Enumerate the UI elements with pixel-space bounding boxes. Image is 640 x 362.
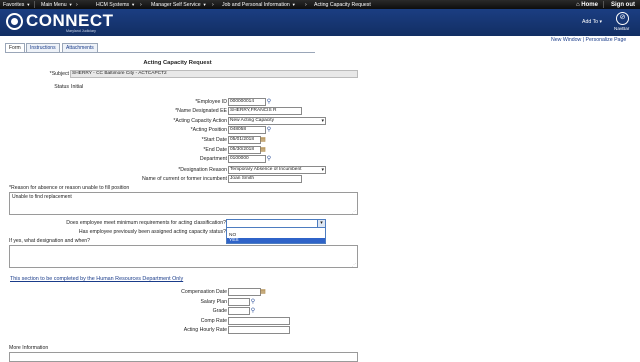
search-icon[interactable]: ⚲ — [266, 127, 272, 133]
add-to-menu[interactable]: Add To ▾ — [582, 19, 602, 25]
start-date-input[interactable]: 05/01/2018 — [228, 136, 261, 144]
designation-when-textarea[interactable]: ⋰ — [9, 245, 358, 268]
hr-section-link[interactable]: This section to be completed by the Huma… — [10, 276, 183, 282]
salary-plan-label: Salary Plan — [200, 299, 227, 305]
designation-when-label: If yes, what designation and when? — [9, 238, 91, 244]
navbar-label[interactable]: NavBar — [614, 26, 629, 31]
menubar: Favorites ▼ Main Menu ▼ › HCM Systems ▼ › M… — [0, 0, 640, 9]
tab-form[interactable]: Form — [5, 43, 25, 52]
calendar-icon[interactable]: ▦ — [260, 137, 266, 143]
tab-attachments[interactable]: Attachments — [62, 43, 98, 52]
chevron-right-icon: › — [140, 1, 142, 8]
status-label: Status — [54, 84, 69, 90]
home-icon: ⌂ — [576, 1, 580, 8]
acting-hourly-rate-input[interactable] — [228, 326, 290, 334]
subject-field: SHERRY - CC Baltimore City - ACTCAPCT2 — [70, 70, 358, 78]
comp-rate-input[interactable] — [228, 317, 290, 325]
department-input[interactable]: 0100000 — [228, 155, 266, 163]
signout-link[interactable]: Sign out — [611, 2, 635, 8]
brand-title: CONNECT — [26, 11, 114, 30]
acting-position-input[interactable]: 048058 — [228, 126, 266, 134]
menu-hcm-systems[interactable]: HCM Systems ▼ — [96, 2, 135, 8]
acting-position-label: *Acting Position — [190, 127, 227, 133]
option-yes[interactable]: YES — [227, 238, 325, 243]
new-window-link[interactable]: New Window — [551, 37, 581, 43]
acting-capacity-action-select[interactable]: New Acting Capacity — [228, 117, 326, 125]
chevron-down-icon: ▾ — [599, 19, 603, 25]
navbar-compass-icon[interactable]: ⊘ — [616, 12, 629, 25]
absence-reason-label: *Reason for absence or reason unable to … — [9, 185, 130, 191]
compensation-date-input[interactable] — [228, 288, 261, 296]
end-date-input[interactable]: 05/30/2018 — [228, 146, 261, 154]
tab-underline — [5, 52, 315, 53]
compensation-date-label: Compensation Date — [181, 289, 227, 295]
menu-manager-self-service[interactable]: Manager Self Service ▼ — [151, 2, 207, 8]
menu-job-personal-info[interactable]: Job and Personal Information ▼ — [222, 2, 296, 8]
absence-reason-text: Unable to find replacement — [12, 194, 72, 200]
page-links: New Window | Personalize Page — [551, 37, 626, 43]
designation-reason-label: *Designation Reason — [178, 167, 227, 173]
more-information-label: More Information — [9, 345, 49, 351]
comp-rate-label: Comp Rate — [200, 318, 227, 324]
incumbent-label: Name of current or former incumbent — [141, 176, 227, 182]
personalize-page-link[interactable]: Personalize Page — [586, 37, 627, 43]
end-date-label: *End Date — [203, 147, 227, 153]
employee-id-input[interactable]: 000000014 — [228, 98, 266, 106]
salary-plan-input[interactable] — [228, 298, 250, 306]
more-information-textarea[interactable] — [9, 352, 358, 362]
chevron-down-icon[interactable]: ▾ — [317, 220, 325, 227]
brand-subtitle: Maryland Judiciary — [66, 29, 96, 33]
menu-favorites[interactable]: Favorites ▼ — [3, 2, 30, 8]
name-designated-field[interactable]: SHERRY,FRANCIS R — [228, 107, 302, 115]
resize-grip-icon[interactable]: ⋰ — [352, 209, 356, 214]
designation-reason-select[interactable]: Temporary Absence of Incumbent — [228, 166, 326, 174]
search-icon[interactable]: ⚲ — [250, 299, 256, 305]
status-value: Initial — [71, 84, 84, 90]
resize-grip-icon[interactable]: ⋰ — [352, 262, 356, 267]
menu-main[interactable]: Main Menu ▼ — [41, 2, 73, 8]
meets-requirements-options: NO YES — [226, 227, 326, 244]
calendar-icon[interactable]: ▦ — [260, 147, 266, 153]
subject-label: *Subject — [49, 71, 69, 77]
calendar-icon[interactable]: ▦ — [260, 289, 266, 295]
search-icon[interactable]: ⚲ — [266, 99, 272, 105]
chevron-right-icon: › — [212, 1, 214, 8]
tab-instructions[interactable]: Instructions — [26, 43, 60, 52]
search-icon[interactable]: ⚲ — [266, 156, 272, 162]
banner: CONNECT Maryland Judiciary Add To ▾ ⊘ Na… — [0, 9, 640, 36]
home-link[interactable]: ⌂ Home — [576, 2, 598, 8]
grade-input[interactable] — [228, 307, 250, 315]
start-date-label: *Start Date — [201, 137, 227, 143]
meets-requirements-label: Does employee meet minimum requirements … — [66, 220, 226, 226]
connect-logo-icon — [6, 13, 23, 30]
chevron-right-icon: › — [76, 1, 78, 8]
divider — [34, 1, 35, 8]
search-icon[interactable]: ⚲ — [250, 308, 256, 314]
department-label: Department — [199, 156, 227, 162]
acting-hourly-rate-label: Acting Hourly Rate — [183, 327, 227, 333]
acting-capacity-action-label: *Acting Capacity Action — [173, 118, 227, 124]
incumbent-field[interactable]: Joan Smith — [228, 175, 302, 183]
employee-id-label: *Employee ID — [195, 99, 227, 105]
menu-acting-capacity-request[interactable]: Acting Capacity Request — [314, 2, 371, 8]
form-title: Acting Capacity Request — [143, 60, 212, 66]
grade-label: Grade — [212, 308, 227, 314]
link-separator: | — [582, 37, 585, 43]
previously-assigned-label: Has employee previously been assigned ac… — [78, 229, 226, 235]
name-designated-label: *Name Designated EE — [175, 108, 227, 114]
absence-reason-textarea[interactable]: Unable to find replacement ⋰ — [9, 192, 358, 215]
chevron-right-icon: › — [305, 1, 307, 8]
divider — [603, 1, 604, 8]
